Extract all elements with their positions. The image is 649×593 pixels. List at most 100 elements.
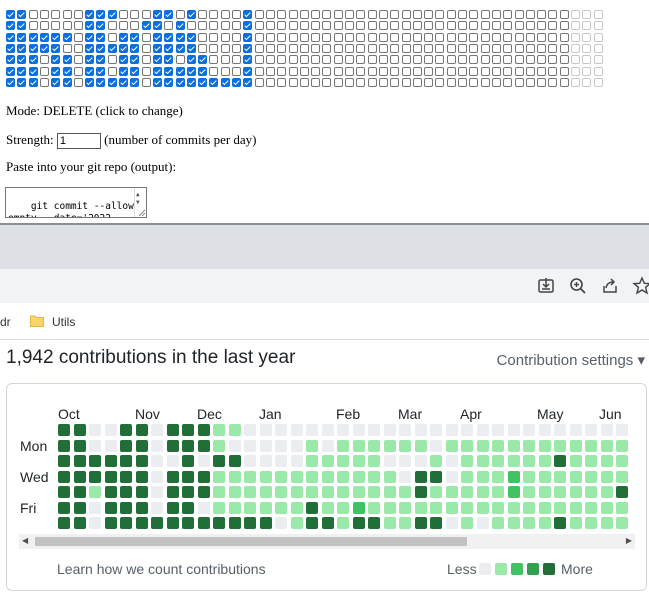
contribution-cell[interactable]	[166, 470, 179, 483]
contribution-cell[interactable]	[259, 439, 272, 452]
grid-checkbox[interactable]	[6, 77, 15, 87]
grid-checkbox[interactable]	[582, 21, 592, 31]
grid-checkbox[interactable]	[480, 66, 490, 76]
contribution-cell[interactable]	[445, 439, 458, 452]
zoom-icon[interactable]	[568, 276, 588, 296]
contribution-cell[interactable]	[290, 455, 303, 467]
grid-checkbox[interactable]	[265, 77, 275, 87]
contribution-cell[interactable]	[616, 470, 628, 483]
grid-checkbox[interactable]	[571, 43, 580, 53]
contribution-cell[interactable]	[321, 455, 334, 467]
grid-checkbox[interactable]	[390, 32, 400, 42]
grid-checkbox[interactable]	[254, 55, 264, 65]
contribution-cell[interactable]	[538, 501, 551, 514]
contribution-cell[interactable]	[585, 486, 597, 498]
output-scrollbar[interactable]: ▲ ▼	[134, 188, 146, 217]
contribution-cell[interactable]	[461, 439, 473, 452]
grid-checkbox[interactable]	[96, 66, 106, 76]
contribution-cell[interactable]	[414, 470, 427, 483]
grid-checkbox[interactable]	[17, 77, 27, 87]
grid-checkbox[interactable]	[311, 43, 321, 53]
contribution-cell[interactable]	[383, 501, 396, 514]
grid-checkbox[interactable]	[299, 10, 309, 19]
contribution-cell[interactable]	[89, 424, 101, 436]
grid-checkbox[interactable]	[141, 77, 151, 87]
contribution-cell[interactable]	[182, 486, 194, 498]
contribution-cell[interactable]	[197, 470, 210, 483]
grid-checkbox[interactable]	[311, 77, 321, 87]
grid-checkbox[interactable]	[491, 10, 501, 19]
contribution-cell[interactable]	[135, 517, 148, 529]
contribution-cell[interactable]	[445, 455, 458, 467]
grid-checkbox[interactable]	[198, 43, 208, 53]
contribution-cell[interactable]	[600, 439, 613, 452]
grid-checkbox[interactable]	[220, 32, 230, 42]
contribution-cell[interactable]	[120, 424, 132, 436]
install-app-icon[interactable]	[536, 276, 556, 296]
contribution-cell[interactable]	[523, 517, 535, 529]
grid-checkbox[interactable]	[435, 66, 445, 76]
grid-checkbox[interactable]	[175, 10, 185, 19]
contribution-cell[interactable]	[383, 517, 396, 529]
grid-checkbox[interactable]	[107, 77, 117, 87]
contribution-cell[interactable]	[151, 486, 163, 498]
grid-checkbox[interactable]	[96, 21, 106, 31]
contribution-cell[interactable]	[166, 455, 179, 467]
contribution-cell[interactable]	[321, 424, 334, 436]
contribution-cell[interactable]	[585, 455, 597, 467]
grid-checkbox[interactable]	[390, 77, 400, 87]
grid-checkbox[interactable]	[514, 55, 524, 65]
grid-checkbox[interactable]	[559, 66, 569, 76]
grid-checkbox[interactable]	[62, 43, 72, 53]
grid-checkbox[interactable]	[322, 77, 332, 87]
bookmark-folder-utils[interactable]: Utils	[52, 315, 75, 329]
grid-checkbox[interactable]	[401, 32, 411, 42]
grid-checkbox[interactable]	[73, 77, 83, 87]
grid-checkbox[interactable]	[164, 10, 174, 19]
contribution-cell[interactable]	[135, 470, 148, 483]
grid-checkbox[interactable]	[288, 32, 298, 42]
grid-checkbox[interactable]	[299, 55, 309, 65]
contribution-cell[interactable]	[120, 501, 132, 514]
grid-checkbox[interactable]	[378, 43, 388, 53]
grid-checkbox[interactable]	[288, 66, 298, 76]
contribution-cell[interactable]	[383, 486, 396, 498]
grid-checkbox[interactable]	[378, 77, 388, 87]
contribution-cell[interactable]	[104, 517, 117, 529]
grid-checkbox[interactable]	[480, 43, 490, 53]
grid-checkbox[interactable]	[356, 43, 366, 53]
contribution-cell[interactable]	[135, 424, 148, 436]
grid-checkbox[interactable]	[378, 10, 388, 19]
grid-checkbox[interactable]	[220, 77, 230, 87]
scroll-right-icon[interactable]: ▶	[626, 536, 632, 545]
grid-checkbox[interactable]	[480, 55, 490, 65]
grid-checkbox[interactable]	[28, 43, 38, 53]
contribution-cell[interactable]	[213, 501, 225, 514]
contribution-cell[interactable]	[399, 455, 411, 467]
grid-checkbox[interactable]	[412, 32, 422, 42]
grid-checkbox[interactable]	[345, 43, 354, 53]
grid-checkbox[interactable]	[107, 10, 117, 19]
contribution-cell[interactable]	[104, 470, 117, 483]
grid-checkbox[interactable]	[412, 77, 422, 87]
contribution-cell[interactable]	[337, 439, 349, 452]
grid-checkbox[interactable]	[265, 32, 275, 42]
grid-checkbox[interactable]	[322, 55, 332, 65]
contribution-cell[interactable]	[89, 455, 101, 467]
contribution-cell[interactable]	[244, 486, 256, 498]
contribution-cell[interactable]	[58, 501, 70, 514]
contribution-cell[interactable]	[368, 470, 380, 483]
grid-checkbox[interactable]	[277, 32, 287, 42]
contribution-cell[interactable]	[151, 424, 163, 436]
grid-checkbox[interactable]	[288, 43, 298, 53]
grid-checkbox[interactable]	[435, 43, 445, 53]
mode-text[interactable]: Mode: DELETE (click to change)	[6, 103, 183, 118]
grid-checkbox[interactable]	[254, 43, 264, 53]
grid-checkbox[interactable]	[367, 66, 377, 76]
grid-checkbox[interactable]	[175, 66, 185, 76]
grid-checkbox[interactable]	[96, 55, 106, 65]
contribution-cell[interactable]	[290, 439, 303, 452]
grid-checkbox[interactable]	[130, 10, 140, 19]
contribution-cell[interactable]	[554, 501, 566, 514]
contribution-cell[interactable]	[554, 455, 566, 467]
